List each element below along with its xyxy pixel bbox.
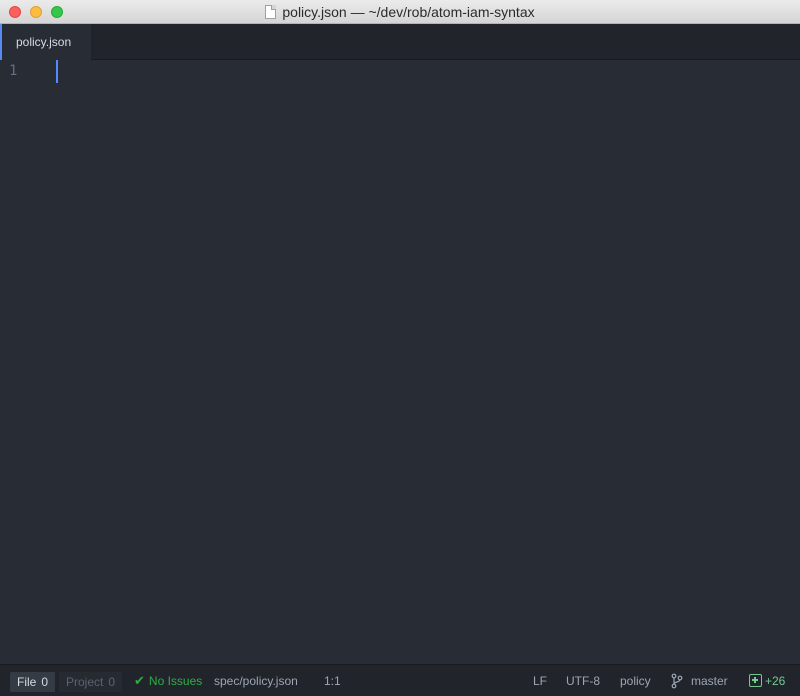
text-cursor xyxy=(56,60,58,83)
git-branch[interactable]: master xyxy=(670,665,728,696)
linter-file-label: File xyxy=(17,675,37,689)
line-ending-text: LF xyxy=(533,673,548,688)
title-bar[interactable]: policy.json — ~/dev/rob/atom-iam-syntax xyxy=(0,0,800,24)
linter-file-count: 0 xyxy=(41,675,49,689)
check-icon: ✔ xyxy=(134,672,145,688)
line-number: 1 xyxy=(9,63,18,79)
line-number-gutter[interactable]: 1 xyxy=(0,60,40,664)
linter-status-text: No Issues xyxy=(148,673,203,688)
file-path-text: spec/policy.json xyxy=(214,673,298,688)
file-path[interactable]: spec/policy.json xyxy=(214,665,298,696)
git-branch-icon xyxy=(671,673,683,688)
encoding-selector[interactable]: UTF-8 xyxy=(566,665,600,696)
grammar-selector[interactable]: policy xyxy=(620,665,651,696)
linter-project-label: Project xyxy=(66,675,104,689)
tab-bar: policy.json xyxy=(0,24,800,60)
tab-policy-json[interactable]: policy.json xyxy=(0,24,91,60)
status-bar: File 0 Project 0 ✔ No Issues spec/policy… xyxy=(0,664,800,696)
git-added-count: +26 xyxy=(765,673,786,688)
linter-project-tab[interactable]: Project 0 xyxy=(59,672,123,692)
linter-file-tab[interactable]: File 0 xyxy=(10,672,56,692)
document-icon xyxy=(265,5,277,19)
grammar-text: policy xyxy=(620,673,651,688)
cursor-position[interactable]: 1:1 xyxy=(324,665,341,696)
cursor-position-text: 1:1 xyxy=(324,673,341,688)
tab-label: policy.json xyxy=(16,35,72,49)
window-title: policy.json — ~/dev/rob/atom-iam-syntax xyxy=(282,4,535,20)
window-title-wrap: policy.json — ~/dev/rob/atom-iam-syntax xyxy=(0,0,800,24)
git-diff-added[interactable]: +26 xyxy=(749,665,785,696)
git-branch-text: master xyxy=(691,673,728,688)
text-editor[interactable]: 1 xyxy=(0,60,800,664)
atom-window: policy.json — ~/dev/rob/atom-iam-syntax … xyxy=(0,0,800,696)
diff-added-icon xyxy=(749,674,762,687)
encoding-text: UTF-8 xyxy=(566,673,600,688)
linter-project-count: 0 xyxy=(108,675,116,689)
line-ending-selector[interactable]: LF xyxy=(533,665,547,696)
linter-status[interactable]: ✔ No Issues xyxy=(134,665,202,696)
